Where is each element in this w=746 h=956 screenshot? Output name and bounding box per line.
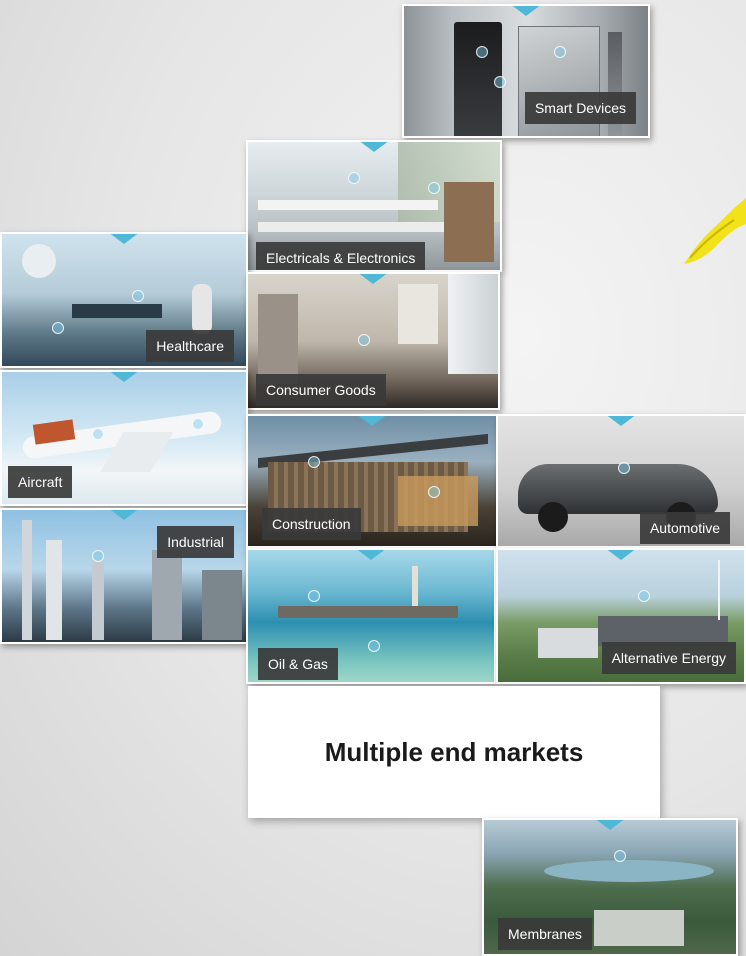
tile-industrial[interactable]: Industrial	[0, 508, 248, 644]
marker-pin	[358, 142, 390, 152]
marker-pin	[355, 550, 387, 560]
tile-label: Smart Devices	[524, 92, 636, 124]
marker-pin	[108, 510, 140, 520]
tile-electricals-electronics[interactable]: Electricals & Electronics	[246, 140, 502, 272]
tile-label: Membranes	[498, 918, 592, 950]
tile-automotive[interactable]: Automotive	[496, 414, 746, 548]
marker-pin	[605, 550, 637, 560]
hotspot-dot[interactable]	[92, 550, 104, 562]
tile-label: Consumer Goods	[256, 374, 386, 406]
tile-construction[interactable]: Construction	[246, 414, 498, 548]
tile-label: Alternative Energy	[601, 642, 736, 674]
hotspot-dot[interactable]	[52, 322, 64, 334]
hotspot-dot[interactable]	[638, 590, 650, 602]
hotspot-dot[interactable]	[308, 456, 320, 468]
marker-pin	[108, 372, 140, 382]
marker-pin	[605, 416, 637, 426]
hotspot-dot[interactable]	[192, 418, 204, 430]
tile-label: Oil & Gas	[258, 648, 338, 680]
tile-healthcare[interactable]: Healthcare	[0, 232, 248, 368]
tile-alternative-energy[interactable]: Alternative Energy	[496, 548, 746, 684]
tile-label: Electricals & Electronics	[256, 242, 426, 270]
hotspot-dot[interactable]	[428, 182, 440, 194]
hotspot-dot[interactable]	[614, 850, 626, 862]
tile-label: Automotive	[639, 512, 730, 544]
marker-pin	[357, 274, 389, 284]
hotspot-dot[interactable]	[554, 46, 566, 58]
hotspot-dot[interactable]	[618, 462, 630, 474]
tile-label: Industrial	[157, 526, 234, 558]
caption-box: Multiple end markets	[248, 686, 660, 818]
marker-pin	[356, 416, 388, 426]
hotspot-dot[interactable]	[308, 590, 320, 602]
tile-membranes[interactable]: Membranes	[482, 818, 738, 956]
hotspot-dot[interactable]	[368, 640, 380, 652]
marker-pin	[510, 6, 542, 16]
marker-pin	[594, 820, 626, 830]
hotspot-dot[interactable]	[132, 290, 144, 302]
hotspot-dot[interactable]	[494, 76, 506, 88]
tile-smart-devices[interactable]: Smart Devices	[402, 4, 650, 138]
tile-consumer-goods[interactable]: Consumer Goods	[246, 272, 500, 410]
tile-oil-gas[interactable]: Oil & Gas	[246, 548, 496, 684]
marker-pin	[108, 234, 140, 244]
hotspot-dot[interactable]	[428, 486, 440, 498]
hotspot-dot[interactable]	[358, 334, 370, 346]
tile-label: Healthcare	[146, 330, 234, 362]
hotspot-dot[interactable]	[348, 172, 360, 184]
caption-text: Multiple end markets	[324, 736, 584, 767]
tile-aircraft[interactable]: Aircraft	[0, 370, 248, 506]
yellow-swoosh-graphic	[684, 198, 746, 264]
tile-label: Construction	[262, 508, 361, 540]
hotspot-dot[interactable]	[92, 428, 104, 440]
tile-label: Aircraft	[8, 466, 73, 498]
hotspot-dot[interactable]	[476, 46, 488, 58]
